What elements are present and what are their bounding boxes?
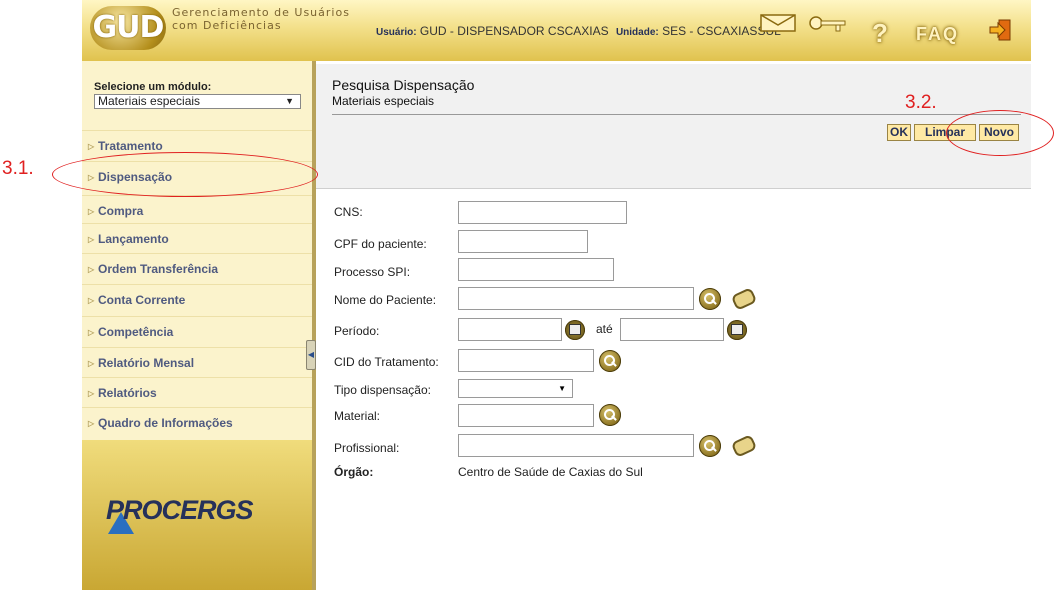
user-info: Usuário: GUD - DISPENSADOR CSCAXIAS Unid… (376, 24, 781, 38)
arrow-right-icon: ▷ (88, 235, 95, 244)
orgao-value: Centro de Saúde de Caxias do Sul (458, 465, 643, 479)
module-select[interactable]: Materiais especiais ▼ (94, 94, 301, 109)
sidebar-item-quadro-informacoes[interactable]: ▷ Quadro de Informações (82, 407, 312, 438)
arrow-right-icon: ▷ (88, 296, 95, 305)
periodo-start-input[interactable] (458, 318, 562, 341)
sidebar-item-label: Tratamento (98, 139, 163, 153)
sidebar-item-label: Quadro de Informações (98, 416, 233, 430)
ok-button[interactable]: OK (887, 124, 911, 141)
cns-label: CNS: (334, 205, 363, 219)
sidebar-item-label: Conta Corrente (98, 293, 186, 307)
sidebar-item-label: Relatórios (98, 386, 157, 400)
nome-paciente-label: Nome do Paciente: (334, 293, 437, 307)
module-label: Selecione um módulo: (94, 81, 212, 93)
arrow-right-icon: ▷ (88, 328, 95, 337)
sidebar-item-compra[interactable]: ▷ Compra (82, 195, 312, 226)
cid-tratamento-label: CID do Tratamento: (334, 355, 439, 369)
user-label: Usuário: (376, 27, 417, 38)
annotation-ellipse-dispensacao (52, 152, 318, 197)
orgao-label: Órgão: (334, 465, 374, 479)
sidebar-item-label: Lançamento (98, 232, 169, 246)
arrow-right-icon: ▷ (88, 265, 95, 274)
cid-tratamento-input[interactable] (458, 349, 594, 372)
search-icon[interactable] (599, 404, 621, 426)
arrow-right-icon: ▷ (88, 419, 95, 428)
title-divider (332, 114, 1021, 115)
sidebar-item-label: Ordem Transferência (98, 262, 219, 276)
cns-input[interactable] (458, 201, 627, 224)
cpf-label: CPF do paciente: (334, 237, 427, 251)
mail-icon[interactable] (760, 14, 796, 32)
tipo-dispensacao-select[interactable]: ▼ (458, 379, 573, 398)
chevron-down-icon: ▼ (558, 384, 566, 393)
calendar-icon[interactable] (565, 320, 585, 340)
eraser-icon[interactable] (730, 434, 758, 458)
help-icon[interactable]: ? (872, 18, 888, 49)
sidebar-item-lancamento[interactable]: ▷ Lançamento (82, 223, 312, 254)
annotation-step-3-1: 3.1. (2, 158, 34, 179)
logout-icon[interactable] (988, 18, 1012, 42)
search-icon[interactable] (699, 288, 721, 310)
gud-logo: GUD (90, 6, 166, 50)
tipo-dispensacao-label: Tipo dispensação: (334, 383, 431, 397)
eraser-icon[interactable] (730, 287, 758, 311)
procergs-logo: PROCERGS (106, 495, 254, 525)
keys-icon[interactable] (808, 14, 848, 36)
annotation-ellipse-novo (946, 110, 1054, 156)
user-value: GUD - DISPENSADOR CSCAXIAS (419, 24, 609, 38)
sidebar-item-ordem-transferencia[interactable]: ▷ Ordem Transferência (82, 253, 312, 284)
sidebar-item-relatorios[interactable]: ▷ Relatórios (82, 377, 312, 408)
nome-paciente-input[interactable] (458, 287, 694, 310)
app-name-line1: Gerenciamento de Usuários (172, 6, 350, 19)
module-select-value: Materiais especiais (98, 94, 201, 108)
periodo-label: Período: (334, 324, 380, 338)
page-title: Pesquisa Dispensação (332, 77, 475, 93)
cpf-input[interactable] (458, 230, 588, 253)
unit-label: Unidade: (615, 27, 659, 38)
sidebar-item-label: Compra (98, 204, 144, 218)
profissional-label: Profissional: (334, 441, 400, 455)
sidebar-item-relatorio-mensal[interactable]: ▷ Relatório Mensal (82, 347, 312, 378)
material-label: Material: (334, 409, 381, 423)
page-subtitle: Materiais especiais (332, 94, 435, 108)
ate-label: até (596, 322, 613, 336)
arrow-right-icon: ▷ (88, 389, 95, 398)
processo-spi-label: Processo SPI: (334, 265, 411, 279)
search-icon[interactable] (599, 350, 621, 372)
sidebar-item-label: Relatório Mensal (98, 356, 195, 370)
profissional-input[interactable] (458, 434, 694, 457)
sidebar-item-competencia[interactable]: ▷ Competência (82, 316, 312, 347)
chevron-down-icon: ▼ (285, 96, 294, 106)
faq-link[interactable]: FAQ (916, 24, 959, 45)
arrow-right-icon: ▷ (88, 359, 95, 368)
processo-spi-input[interactable] (458, 258, 614, 281)
material-input[interactable] (458, 404, 594, 427)
annotation-step-3-2: 3.2. (905, 92, 937, 113)
periodo-end-input[interactable] (620, 318, 724, 341)
sidebar-item-label: Competência (98, 325, 174, 339)
calendar-icon[interactable] (727, 320, 747, 340)
collapse-sidebar-icon[interactable]: ◀ (306, 340, 316, 370)
search-icon[interactable] (699, 435, 721, 457)
sidebar-item-conta-corrente[interactable]: ▷ Conta Corrente (82, 284, 312, 315)
app-name-line2: com Deficiências (172, 19, 282, 32)
